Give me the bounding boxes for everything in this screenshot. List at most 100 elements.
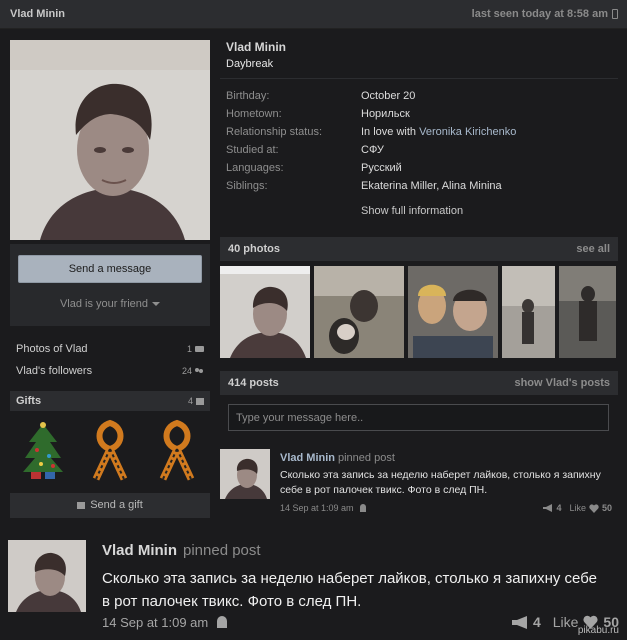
post-author: Vlad Minin pinned post [280,452,395,464]
chevron-down-icon [152,302,161,307]
like-button[interactable]: Like 50 [569,503,612,513]
post-author-avatar[interactable] [220,449,270,499]
info-row-siblings: Siblings: Ekaterina Miller, Alina Minina [226,177,616,195]
info-label: Languages: [226,162,284,174]
mobile-icon [612,9,618,19]
pinned-tag: pinned post [338,452,395,464]
post-date[interactable]: 14 Sep at 1:09 am [280,503,354,513]
last-seen-text: last seen today at 8:58 am [471,8,608,20]
friend-status-label: Vlad is your friend [59,298,149,310]
photo-thumbnail[interactable] [220,266,310,358]
gifts-header[interactable]: Gifts 4 [10,391,210,411]
info-value[interactable]: October 20 [361,90,415,102]
info-value: In love with Veronika Kirichenko [361,126,516,138]
profile-info: Birthday: October 20 Hometown: Норильск … [226,87,616,195]
post-text: Сколько эта запись за неделю наберет лай… [280,469,601,496]
send-gift-button[interactable]: Send a gift [10,493,210,518]
repost-count: 4 [556,503,562,513]
like-count: 50 [601,503,612,513]
post-author-name[interactable]: Vlad Minin [102,542,177,559]
followers-count: 24 [182,366,204,376]
info-row-studied: Studied at: СФУ [226,141,616,159]
photos-of-count: 1 [187,344,204,354]
info-value[interactable]: Русский [361,162,402,174]
megaphone-icon [543,504,553,512]
friend-status-dropdown[interactable]: Vlad is your friend [10,298,210,310]
like-label: Like [552,614,579,630]
pinned-tag: pinned post [183,542,261,559]
profile-actions: Send a message Vlad is your friend [10,244,210,326]
post-meta: 14 Sep at 1:09 am [280,503,367,513]
photo-thumbnail[interactable] [408,266,498,358]
photos-of-link[interactable]: Photos of Vlad 1 [10,338,210,360]
st-george-ribbon-gift-icon[interactable] [157,419,197,481]
info-value[interactable]: Норильск [361,108,410,120]
photos-of-label: Photos of Vlad [16,343,88,355]
send-gift-label: Send a gift [90,499,143,511]
pinned-post: Vlad Minin pinned post Сколько эта запись… [220,449,618,519]
st-george-ribbon-gift-icon[interactable] [90,419,130,481]
posts-title[interactable]: 414 posts [228,377,279,389]
like-label: Like [569,503,586,513]
see-all-photos-link[interactable]: see all [576,243,610,255]
gift-icon [196,397,204,405]
show-full-info-link[interactable]: Show full information [361,205,463,217]
followers-link[interactable]: Vlad's followers 24 [10,360,210,382]
gifts-count: 4 [188,396,204,406]
post-meta: 14 Sep at 1:09 am [102,615,228,630]
post-author-name[interactable]: Vlad Minin [280,452,335,464]
info-label: Relationship status: [226,126,322,138]
photos-header: 40 photos see all [220,237,618,261]
repost-count: 4 [532,614,541,630]
photos-title[interactable]: 40 photos [228,243,280,255]
followers-label: Vlad's followers [16,365,93,377]
gift-icon [77,502,86,509]
gifts-count-value: 4 [187,396,193,406]
last-seen: last seen today at 8:58 am [472,8,618,20]
pinned-post-enlarged: Vlad Minin pinned post Сколько эта запись… [8,538,619,638]
post-text: Сколько эта запись за неделю наберет лай… [102,570,597,610]
top-bar: Vlad Minin last seen today at 8:58 am [0,0,627,29]
followers-count-value: 24 [181,366,192,376]
gifts-title: Gifts [16,395,42,407]
info-row-relationship: Relationship status: In love with Veroni… [226,123,616,141]
camera-icon [195,346,204,352]
post-date[interactable]: 14 Sep at 1:09 am [102,615,208,630]
info-row-languages: Languages: Русский [226,159,616,177]
android-icon [217,616,228,628]
repost-button[interactable]: 4 [511,614,541,630]
photos-strip [220,266,618,358]
partner-link[interactable]: Veronika Kirichenko [419,126,516,138]
info-label: Hometown: [226,108,282,120]
info-label: Siblings: [226,180,268,192]
post-input[interactable] [228,404,609,431]
photo-thumbnail[interactable] [314,266,404,358]
profile-status[interactable]: Daybreak [226,58,273,70]
post-actions: 4 Like 50 [543,503,612,513]
show-posts-link[interactable]: show Vlad's posts [514,377,610,389]
users-icon [195,367,204,375]
repost-button[interactable]: 4 [543,503,561,513]
photo-thumbnail[interactable] [502,266,555,358]
info-row-birthday: Birthday: October 20 [226,87,616,105]
send-message-button[interactable]: Send a message [18,255,202,283]
profile-name: Vlad Minin [226,40,286,54]
profile-avatar[interactable] [10,40,210,240]
post-author-avatar[interactable] [8,540,86,612]
info-label: Birthday: [226,90,270,102]
info-row-hometown: Hometown: Норильск [226,105,616,123]
post-author: Vlad Minin pinned post [102,542,261,559]
info-value[interactable]: Ekaterina Miller, Alina Minina [361,180,502,192]
side-links: Photos of Vlad 1 Vlad's followers 24 [10,338,210,382]
divider [220,78,618,79]
gifts-list [10,415,210,485]
info-label: Studied at: [226,144,279,156]
photos-of-count-value: 1 [186,344,192,354]
photo-thumbnail[interactable] [559,266,616,358]
posts-header: 414 posts show Vlad's posts [220,371,618,395]
android-icon [359,503,366,512]
megaphone-icon [511,615,527,629]
watermark: pikabu.ru [577,625,619,636]
christmas-tree-gift-icon[interactable] [23,420,64,480]
info-value[interactable]: СФУ [361,144,384,156]
